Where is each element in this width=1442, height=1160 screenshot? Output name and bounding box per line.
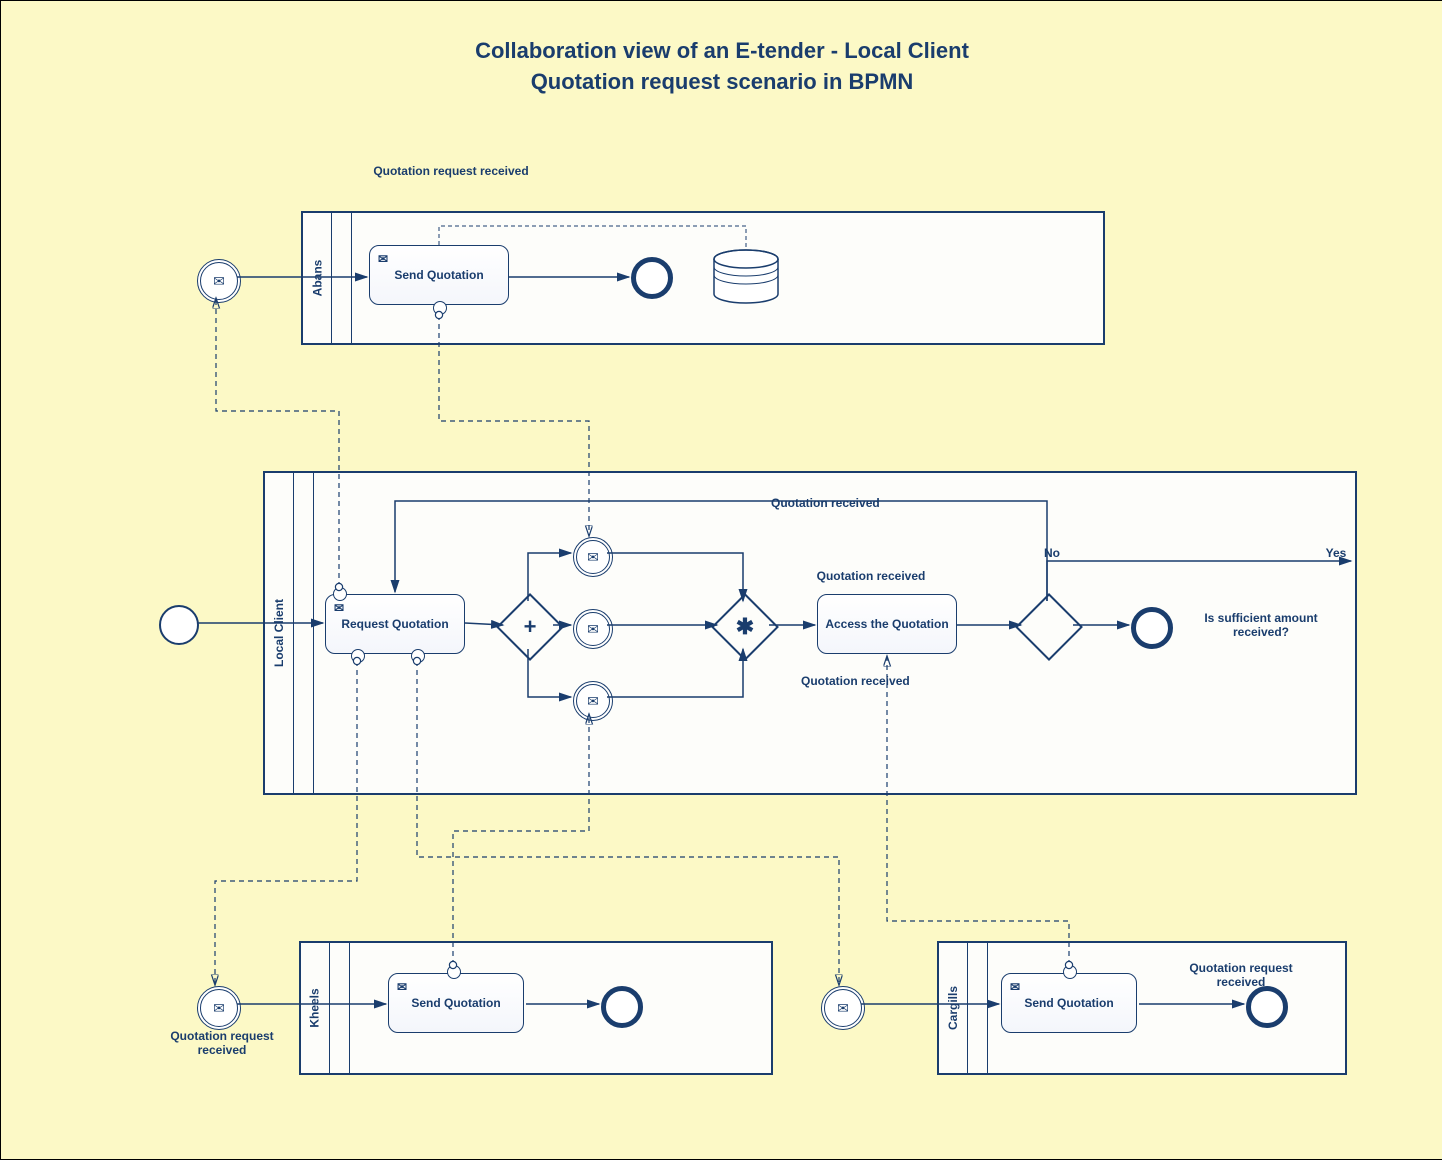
- task-abans-send-quotation[interactable]: ✉ Send Quotation: [369, 245, 509, 305]
- boundary-event-cargills-top: [1063, 965, 1077, 979]
- gateway-exclusive-inner: [1027, 605, 1071, 649]
- task-label: Send Quotation: [394, 268, 483, 282]
- task-cargills-send-quotation[interactable]: ✉ Send Quotation: [1001, 973, 1137, 1033]
- task-kheels-send-quotation[interactable]: ✉ Send Quotation: [388, 973, 524, 1033]
- boundary-event-rq-bot2: [411, 649, 425, 663]
- event-kheels-message-start[interactable]: ✉: [197, 986, 241, 1030]
- event-abans-message-start[interactable]: ✉: [197, 259, 241, 303]
- boundary-event-kheels-top: [447, 965, 461, 979]
- lane-sep-abans: [331, 213, 352, 343]
- label-quotation-received-bot: Quotation received: [801, 674, 941, 688]
- event-abans-end[interactable]: [631, 257, 673, 299]
- label-no: No: [1037, 546, 1067, 560]
- lane-sep-cargills: [967, 943, 988, 1073]
- pool-cargills-label: Cargills: [939, 943, 968, 1073]
- label-quotation-received-mid: Quotation received: [801, 569, 941, 583]
- label-kheels-qr-received: Quotation request received: [157, 1029, 287, 1058]
- envelope-icon: ✉: [213, 1000, 225, 1017]
- label-abans-qr-received: Quotation request received: [371, 164, 531, 178]
- event-end-local-client[interactable]: [1131, 607, 1173, 649]
- event-msg-mid[interactable]: ✉: [573, 609, 613, 649]
- envelope-icon: ✉: [378, 252, 388, 266]
- envelope-icon: ✉: [213, 273, 225, 290]
- boundary-event-rq-bot1: [351, 649, 365, 663]
- event-msg-top[interactable]: ✉: [573, 537, 613, 577]
- title-line-2: Quotation request scenario in BPMN: [531, 69, 914, 94]
- envelope-icon: ✉: [1010, 980, 1020, 994]
- plus-icon: +: [508, 605, 552, 649]
- diagram-title: Collaboration view of an E-tender - Loca…: [1, 36, 1442, 98]
- boundary-event-rq-top: [333, 587, 347, 601]
- event-cargills-message-start[interactable]: ✉: [821, 986, 865, 1030]
- envelope-icon: ✉: [587, 549, 599, 566]
- event-kheels-end[interactable]: [601, 986, 643, 1028]
- label-sufficient: Is sufficient amount received?: [1181, 611, 1341, 640]
- pool-abans-label: Abans: [303, 213, 332, 343]
- task-label: Access the Quotation: [825, 617, 948, 631]
- task-label: Request Quotation: [341, 617, 448, 631]
- asterisk-icon: ✱: [723, 605, 767, 649]
- envelope-icon: ✉: [587, 621, 599, 638]
- lane-sep-local-client: [293, 473, 314, 793]
- event-start-local-client[interactable]: [159, 605, 199, 645]
- label-cargills-qr-received: Quotation request received: [1171, 961, 1311, 990]
- envelope-icon: ✉: [837, 1000, 849, 1017]
- task-label: Send Quotation: [411, 996, 500, 1010]
- pool-kheels[interactable]: Kheels: [299, 941, 773, 1075]
- event-msg-bot[interactable]: ✉: [573, 681, 613, 721]
- task-label: Send Quotation: [1024, 996, 1113, 1010]
- label-yes: Yes: [1321, 546, 1351, 560]
- pool-kheels-label: Kheels: [301, 943, 330, 1073]
- boundary-event-abans-bottom: [433, 301, 447, 315]
- pool-local-client-label: Local Client: [265, 473, 294, 793]
- task-access-quotation[interactable]: Access the Quotation: [817, 594, 957, 654]
- envelope-icon: ✉: [334, 601, 344, 615]
- task-request-quotation[interactable]: ✉ Request Quotation: [325, 594, 465, 654]
- envelope-icon: ✉: [397, 980, 407, 994]
- event-cargills-end[interactable]: [1246, 986, 1288, 1028]
- envelope-icon: ✉: [587, 693, 599, 710]
- label-quotation-received-top: Quotation received: [771, 496, 911, 510]
- datastore-abans[interactable]: [711, 249, 781, 304]
- title-line-1: Collaboration view of an E-tender - Loca…: [475, 38, 969, 63]
- lane-sep-kheels: [329, 943, 350, 1073]
- bpmn-canvas: Collaboration view of an E-tender - Loca…: [0, 0, 1442, 1160]
